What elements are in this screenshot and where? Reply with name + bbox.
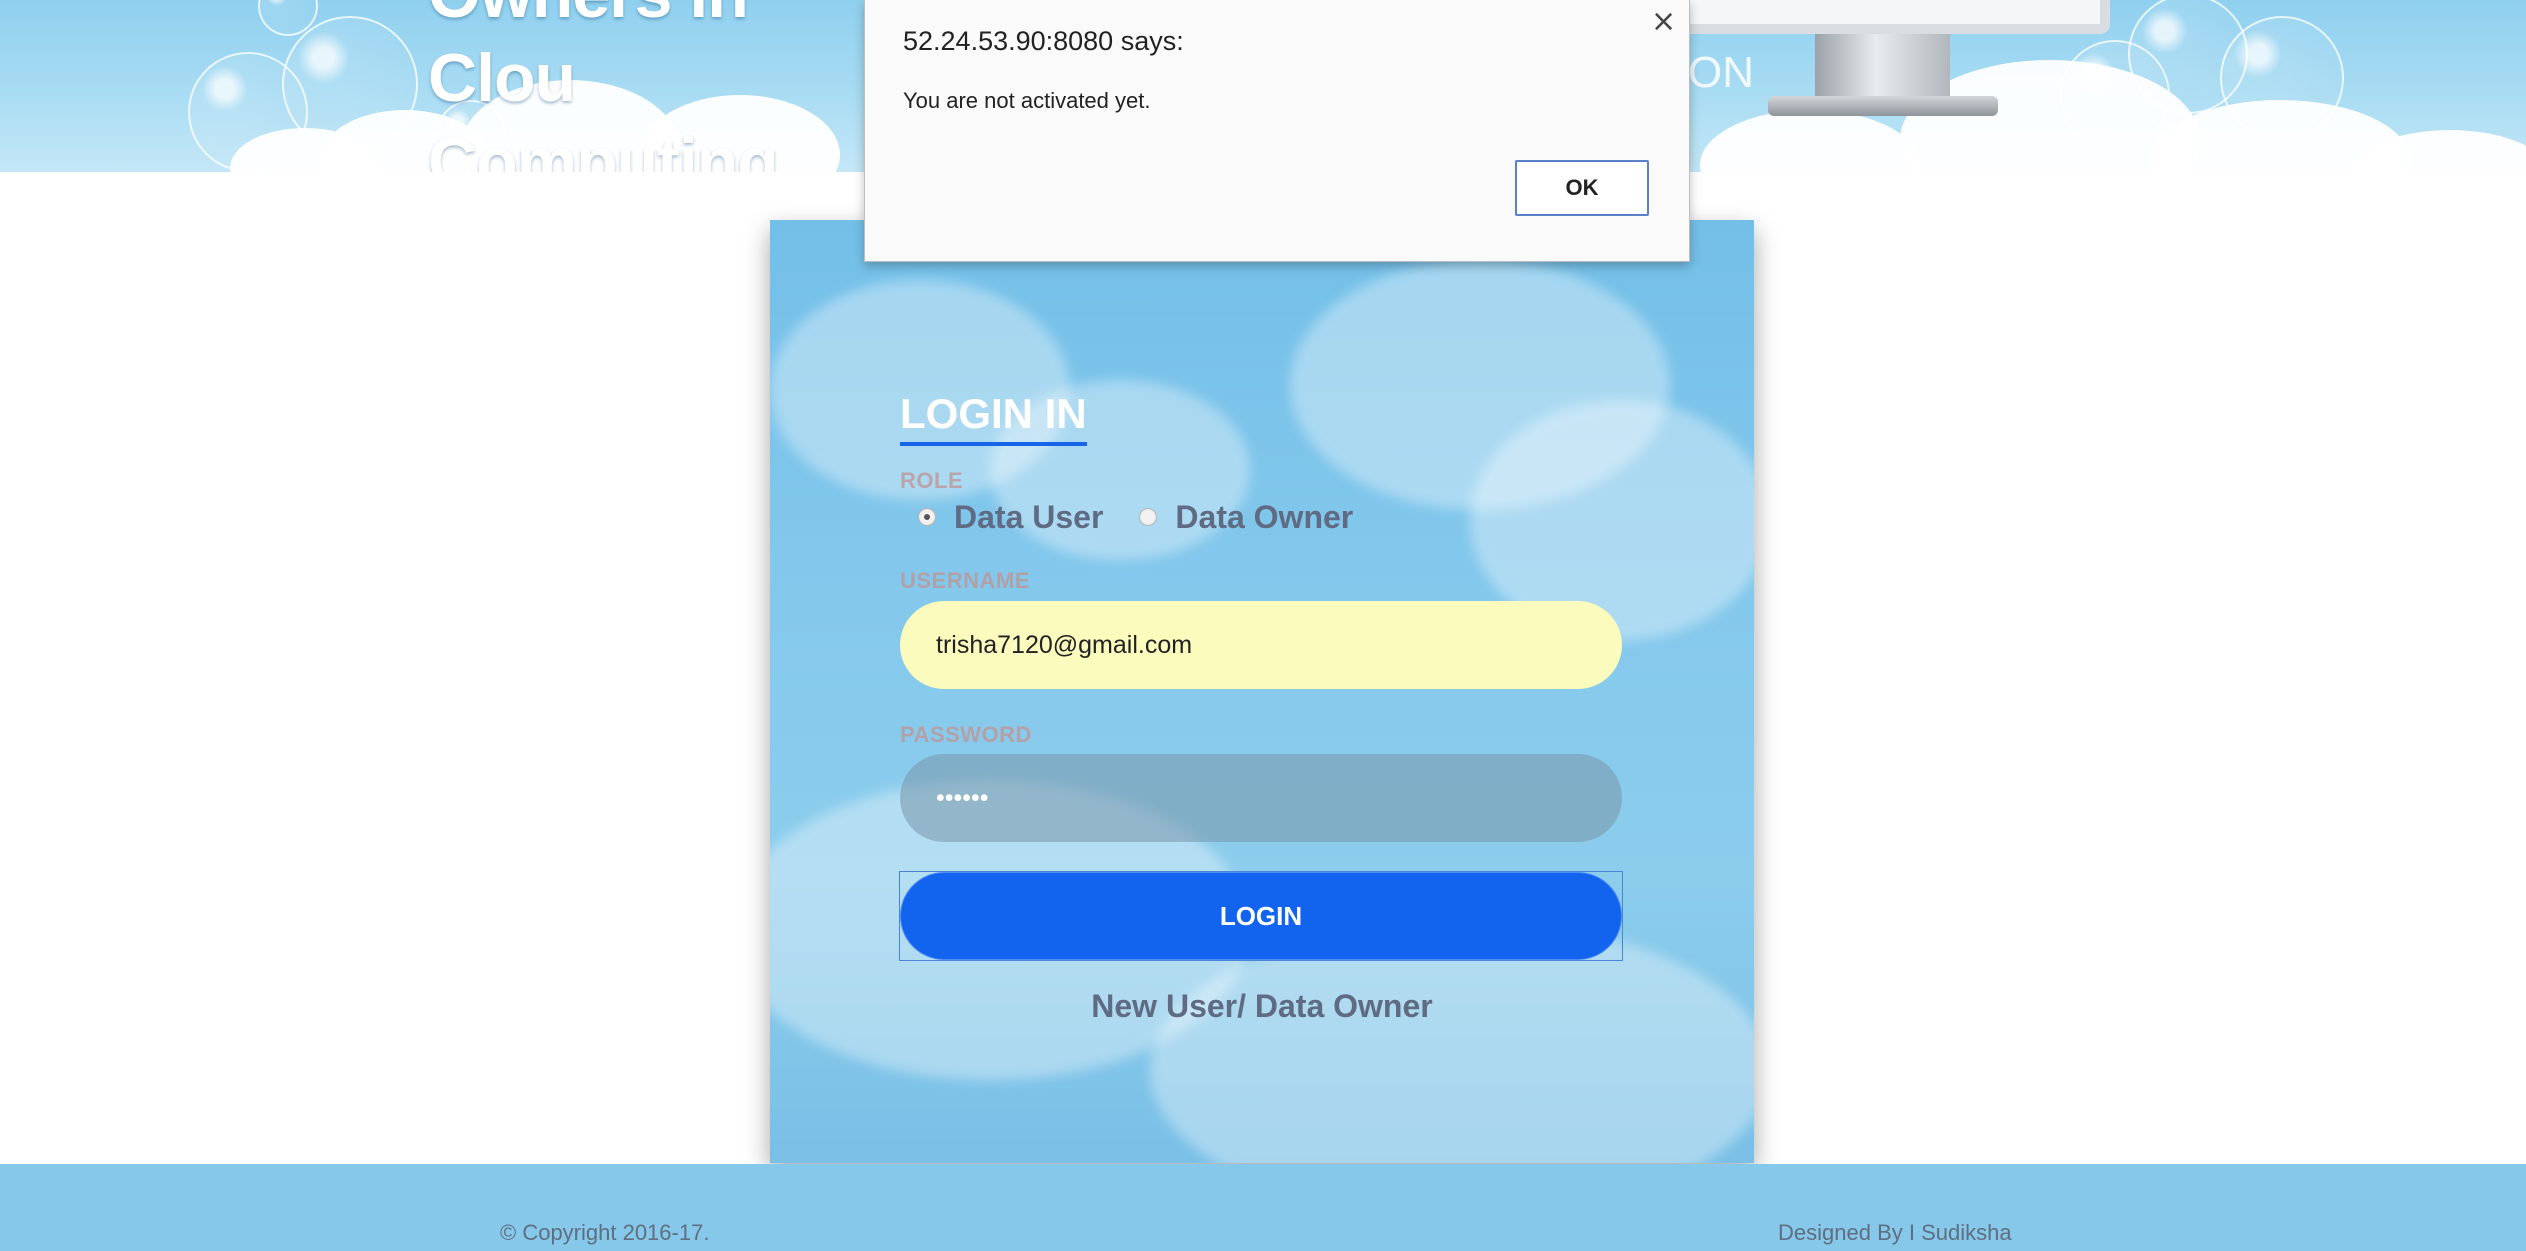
monitor-illustration	[1660, 0, 2110, 118]
close-icon[interactable]: ×	[1651, 4, 1676, 39]
monitor-screen	[1660, 0, 2110, 34]
bubble-decoration	[2220, 16, 2344, 140]
ok-button[interactable]: OK	[1515, 160, 1649, 216]
username-label: USERNAME	[900, 568, 1030, 593]
bubble-decoration	[282, 16, 418, 152]
login-heading: LOGIN IN	[900, 390, 1087, 446]
data-user-radio[interactable]	[918, 508, 936, 526]
dialog-message: You are not activated yet.	[903, 88, 1151, 113]
new-user-link[interactable]: New User/ Data Owner	[770, 988, 1754, 1025]
password-label: PASSWORD	[900, 722, 1032, 747]
password-input[interactable]	[900, 754, 1622, 842]
data-owner-radio-label[interactable]: Data Owner	[1175, 499, 1353, 536]
data-user-radio-label[interactable]: Data User	[954, 499, 1103, 536]
footer-copyright: © Copyright 2016-17.	[500, 1220, 710, 1245]
header-cloud	[1700, 110, 1920, 172]
site-title: Owners in Clou Computing	[428, 0, 868, 172]
site-title-line1: Owners in Clou	[428, 0, 749, 116]
footer-designed-by: Designed By I Sudiksha	[1778, 1220, 2012, 1245]
monitor-stand	[1815, 34, 1950, 98]
dialog-origin: 52.24.53.90:8080 says:	[903, 26, 1184, 56]
alert-dialog: 52.24.53.90:8080 says: You are not activ…	[864, 0, 1690, 262]
monitor-base	[1768, 96, 1998, 116]
role-label: ROLE	[900, 468, 964, 493]
site-title-line2: Computing	[428, 124, 779, 172]
login-card: LOGIN IN ROLE Data User Data Owner USERN…	[770, 220, 1754, 1163]
role-radio-group: Data User Data Owner	[918, 497, 1389, 537]
login-button[interactable]: LOGIN	[900, 872, 1622, 960]
data-owner-radio[interactable]	[1139, 508, 1158, 526]
page: Owners in Clou Computing ON LOGIN IN ROL…	[0, 0, 2526, 1251]
footer	[0, 1164, 2526, 1251]
username-input[interactable]	[900, 601, 1622, 689]
